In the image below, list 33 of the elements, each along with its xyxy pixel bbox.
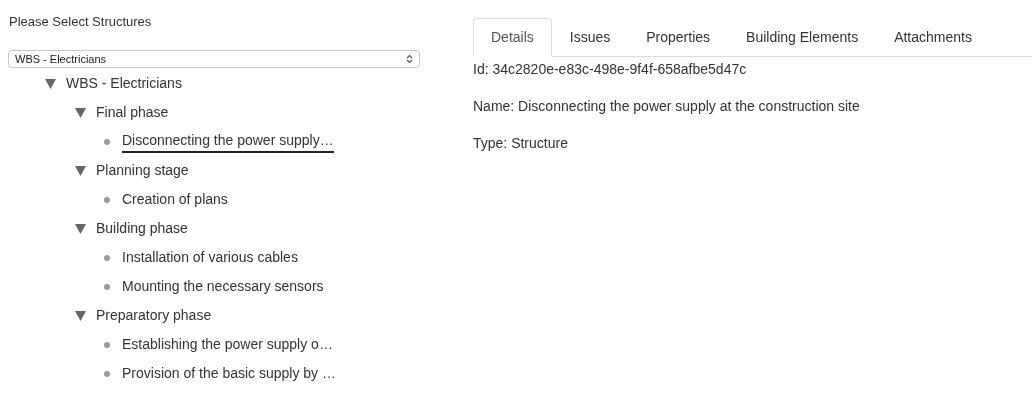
- bullet-icon: [104, 370, 110, 377]
- chevron-icon: [406, 54, 413, 64]
- structure-select[interactable]: WBS - Electricians: [8, 50, 420, 68]
- expanded-triangle-icon[interactable]: [45, 78, 56, 89]
- tree-item[interactable]: Planning stage: [96, 160, 189, 181]
- expanded-triangle-icon[interactable]: [75, 165, 86, 176]
- tab[interactable]: Attachments: [876, 18, 990, 57]
- tree-item[interactable]: Disconnecting the power supply…: [122, 130, 334, 153]
- bullet-icon: [104, 254, 110, 261]
- tree-item[interactable]: Building phase: [96, 218, 188, 239]
- tree-item[interactable]: Preparatory phase: [96, 305, 212, 326]
- detail-text: Name: Disconnecting the power supply at the construction site: [473, 97, 861, 116]
- tree-item[interactable]: Final phase: [96, 102, 169, 123]
- tree-item[interactable]: Creation of plans: [122, 189, 228, 210]
- detail-text: Id: 34c2820e-e83c-498e-9f4f-658afbe5d47c: [473, 60, 748, 79]
- expanded-triangle-icon[interactable]: [75, 310, 86, 321]
- tab[interactable]: Details: [473, 18, 552, 57]
- expanded-triangle-icon[interactable]: [75, 107, 86, 118]
- bullet-icon: [104, 138, 110, 145]
- expanded-triangle-icon[interactable]: [75, 223, 86, 234]
- tab[interactable]: Properties: [628, 18, 729, 57]
- bullet-icon: [104, 283, 110, 290]
- detail-text: Type: Structure: [473, 134, 569, 153]
- tree-item[interactable]: WBS - Electricians: [66, 73, 182, 94]
- tree-item[interactable]: Establishing the power supply o…: [122, 334, 333, 355]
- tree-item[interactable]: Installation of various cables: [122, 247, 298, 268]
- page-title: Please Select Structures: [9, 13, 153, 30]
- tab[interactable]: Building Elements: [728, 18, 877, 57]
- tree-item[interactable]: Provision of the basic supply by …: [122, 363, 336, 384]
- bullet-icon: [104, 196, 110, 203]
- tree-item[interactable]: Mounting the necessary sensors: [122, 276, 324, 297]
- tab[interactable]: Issues: [551, 18, 629, 57]
- bullet-icon: [104, 341, 110, 348]
